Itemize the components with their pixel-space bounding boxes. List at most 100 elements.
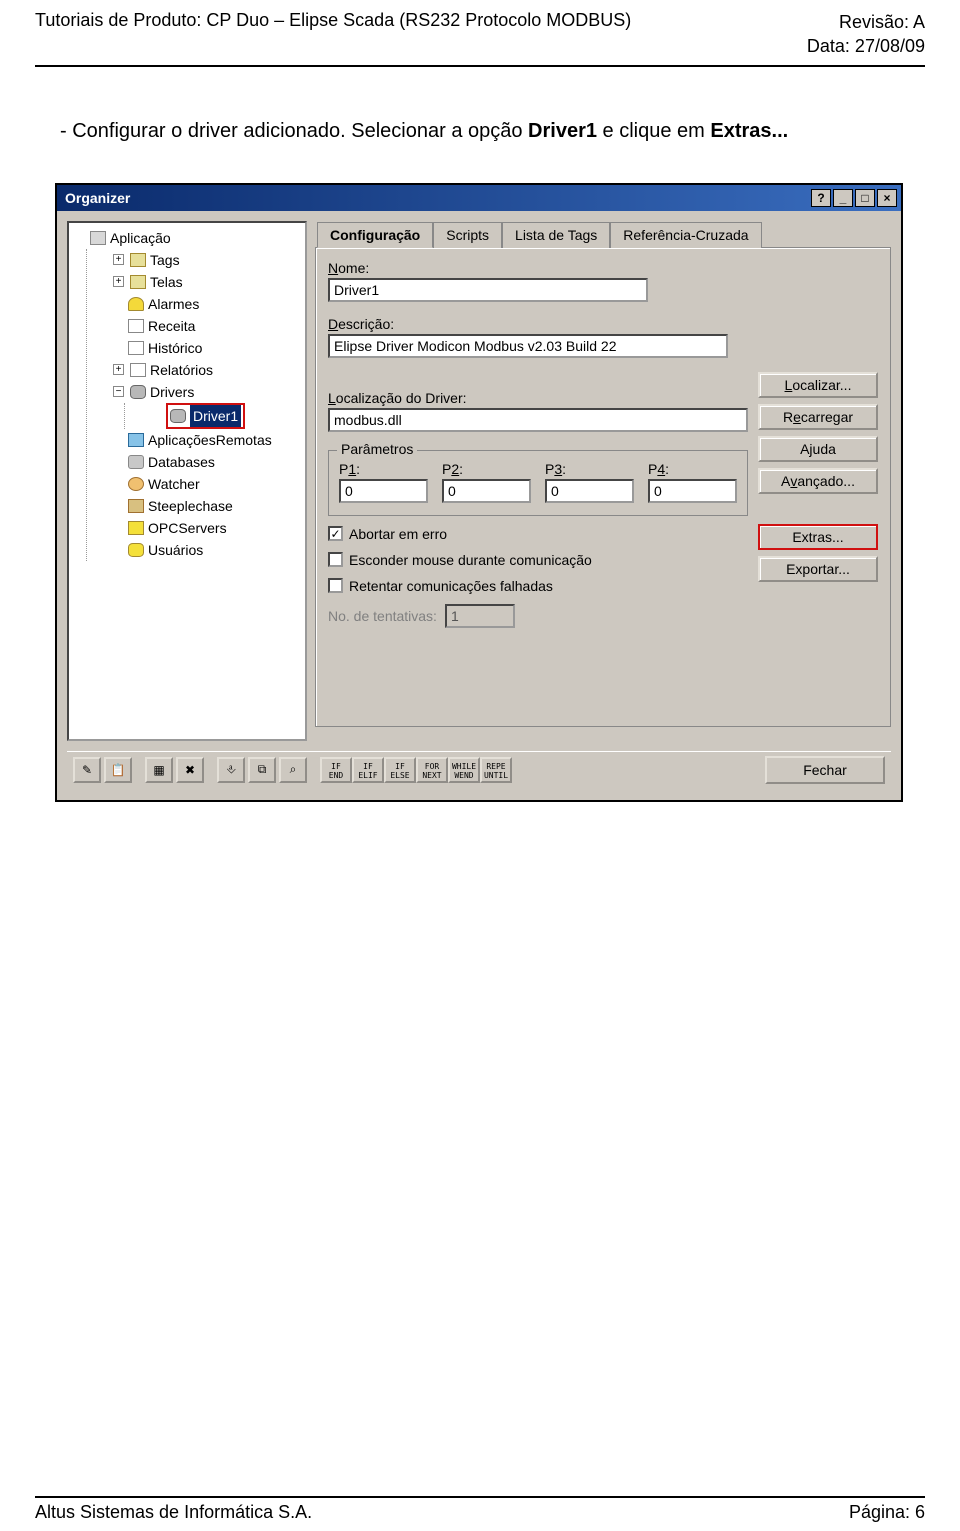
toolbar-if-end[interactable]: IF END bbox=[320, 757, 352, 783]
database-icon bbox=[128, 455, 144, 469]
document-icon bbox=[128, 341, 144, 355]
paragraph-extras: Extras... bbox=[710, 120, 788, 142]
tree-item-relatorios[interactable]: + Relatórios bbox=[113, 359, 303, 381]
expander-icon[interactable]: + bbox=[113, 364, 124, 375]
organizer-window: Organizer ? _ □ × Aplicação bbox=[55, 183, 903, 802]
tree-item-label: Drivers bbox=[150, 381, 194, 403]
header-right: Revisão: A Data: 27/08/09 bbox=[807, 10, 925, 59]
avancado-button[interactable]: Avançado... bbox=[758, 468, 878, 494]
tab-scripts[interactable]: Scripts bbox=[433, 222, 502, 248]
tree-item-tags[interactable]: +Tags bbox=[113, 249, 303, 271]
minimize-button[interactable]: _ bbox=[833, 189, 853, 207]
tree-item-aplicacoesremotas[interactable]: AplicaçõesRemotas bbox=[113, 429, 303, 451]
tree-item-label: Usuários bbox=[148, 539, 203, 561]
paragraph-mid: e clique em bbox=[597, 120, 710, 142]
header-left: Tutoriais de Produto: CP Duo – Elipse Sc… bbox=[35, 10, 807, 59]
localizar-button[interactable]: Localizar... bbox=[758, 372, 878, 398]
tree-item-telas[interactable]: + Telas bbox=[113, 271, 303, 293]
tree-item-watcher[interactable]: Watcher bbox=[113, 473, 303, 495]
p3-input[interactable] bbox=[545, 479, 634, 503]
checkbox-retry[interactable] bbox=[328, 578, 343, 593]
tree-item-label: Relatórios bbox=[150, 359, 213, 381]
maximize-button[interactable]: □ bbox=[855, 189, 875, 207]
tree-item-databases[interactable]: Databases bbox=[113, 451, 303, 473]
hide-mouse-label: Esconder mouse durante comunicação bbox=[349, 552, 592, 568]
recarregar-button[interactable]: Recarregar bbox=[758, 404, 878, 430]
window-title: Organizer bbox=[61, 190, 809, 206]
expander-icon[interactable]: + bbox=[113, 276, 124, 287]
tentativas-row: No. de tentativas: bbox=[328, 604, 748, 628]
toolbar-if-elif[interactable]: IF ELIF bbox=[352, 757, 384, 783]
tree-item-label: Watcher bbox=[148, 473, 200, 495]
toolbar-delete-icon[interactable]: ✖ bbox=[176, 757, 204, 783]
toolbar-repeat-until[interactable]: REPE UNTIL bbox=[480, 757, 512, 783]
hide-mouse-row[interactable]: Esconder mouse durante comunicação bbox=[328, 552, 748, 568]
expander-icon[interactable]: + bbox=[113, 254, 124, 265]
location-input[interactable] bbox=[328, 408, 748, 432]
bottom-toolbar: ✎ 📋 ▦ ✖ ⎀ ⧉ ⌕ IF END IF ELIF IF ELSE FOR… bbox=[67, 751, 891, 788]
toolbar-if-else[interactable]: IF ELSE bbox=[384, 757, 416, 783]
tree-item-usuarios[interactable]: Usuários bbox=[113, 539, 303, 561]
tree-item-historico[interactable]: Histórico bbox=[113, 337, 303, 359]
tree-item-label: Histórico bbox=[148, 337, 202, 359]
tree-item-opcservers[interactable]: OPCServers bbox=[113, 517, 303, 539]
p1-input[interactable] bbox=[339, 479, 428, 503]
eye-icon bbox=[128, 477, 144, 491]
ajuda-button[interactable]: Ajuda bbox=[758, 436, 878, 462]
tree-item-driver1[interactable]: Driver1 bbox=[151, 403, 303, 429]
instruction-paragraph: - Configurar o driver adicionado. Seleci… bbox=[0, 67, 960, 165]
expander-icon[interactable]: − bbox=[113, 386, 124, 397]
extras-button[interactable]: Extras... bbox=[758, 524, 878, 550]
tree-item-label: Databases bbox=[148, 451, 215, 473]
folder-icon bbox=[130, 275, 146, 289]
checkbox-hide-mouse[interactable] bbox=[328, 552, 343, 567]
close-button[interactable]: × bbox=[877, 189, 897, 207]
toolbar-grid-icon[interactable]: ▦ bbox=[145, 757, 173, 783]
tree-item-receita[interactable]: Receita bbox=[113, 315, 303, 337]
tree-root-label: Aplicação bbox=[110, 227, 171, 249]
tree-item-alarmes[interactable]: Alarmes bbox=[113, 293, 303, 315]
description-input[interactable] bbox=[328, 334, 728, 358]
toolbar-dup-icon[interactable]: ⧉ bbox=[248, 757, 276, 783]
tab-lista-de-tags[interactable]: Lista de Tags bbox=[502, 222, 610, 248]
tree-item-label: Steeplechase bbox=[148, 495, 233, 517]
toolbar-find-icon[interactable]: ⌕ bbox=[279, 757, 307, 783]
toolbar-while-wend[interactable]: WHILE WEND bbox=[448, 757, 480, 783]
p2-input[interactable] bbox=[442, 479, 531, 503]
header-revision: Revisão: A bbox=[807, 10, 925, 34]
name-input[interactable] bbox=[328, 278, 648, 302]
abort-label: Abortar em erro bbox=[349, 526, 447, 542]
folder-icon bbox=[130, 253, 146, 267]
tree-item-drivers[interactable]: − Drivers bbox=[113, 381, 303, 403]
tab-referencia-cruzada[interactable]: Referência-Cruzada bbox=[610, 222, 761, 248]
fechar-button[interactable]: Fechar bbox=[765, 756, 885, 784]
p4-input[interactable] bbox=[648, 479, 737, 503]
titlebar[interactable]: Organizer ? _ □ × bbox=[57, 185, 901, 211]
toolbar-for-next[interactable]: FOR NEXT bbox=[416, 757, 448, 783]
toolbar-copy-icon[interactable]: 📋 bbox=[104, 757, 132, 783]
toolbar-insert-icon[interactable]: ⎀ bbox=[217, 757, 245, 783]
tab-configuracao[interactable]: Configuração bbox=[317, 222, 433, 248]
params-legend: Parâmetros bbox=[337, 441, 417, 457]
document-icon bbox=[130, 363, 146, 377]
exportar-button[interactable]: Exportar... bbox=[758, 556, 878, 582]
tree-item-label: OPCServers bbox=[148, 517, 227, 539]
tree-item-label: AplicaçõesRemotas bbox=[148, 429, 272, 451]
checkbox-abort[interactable] bbox=[328, 526, 343, 541]
document-icon bbox=[128, 319, 144, 333]
retry-row[interactable]: Retentar comunicações falhadas bbox=[328, 578, 748, 594]
abort-on-error-row[interactable]: Abortar em erro bbox=[328, 526, 748, 542]
tree-item-label: Telas bbox=[150, 271, 183, 293]
object-tree[interactable]: Aplicação +Tags + Telas Alarmes Receita H… bbox=[67, 221, 307, 741]
application-icon bbox=[90, 231, 106, 245]
p2-label: P2: bbox=[442, 461, 531, 477]
cube-icon bbox=[128, 499, 144, 513]
tree-item-steeplechase[interactable]: Steeplechase bbox=[113, 495, 303, 517]
network-icon bbox=[128, 433, 144, 447]
toolbar-edit-icon[interactable]: ✎ bbox=[73, 757, 101, 783]
tree-root[interactable]: Aplicação bbox=[75, 227, 303, 249]
help-button[interactable]: ? bbox=[811, 189, 831, 207]
highlight-box: Driver1 bbox=[166, 403, 245, 429]
tentativas-input bbox=[445, 604, 515, 628]
tree-selected-label: Driver1 bbox=[190, 405, 241, 427]
